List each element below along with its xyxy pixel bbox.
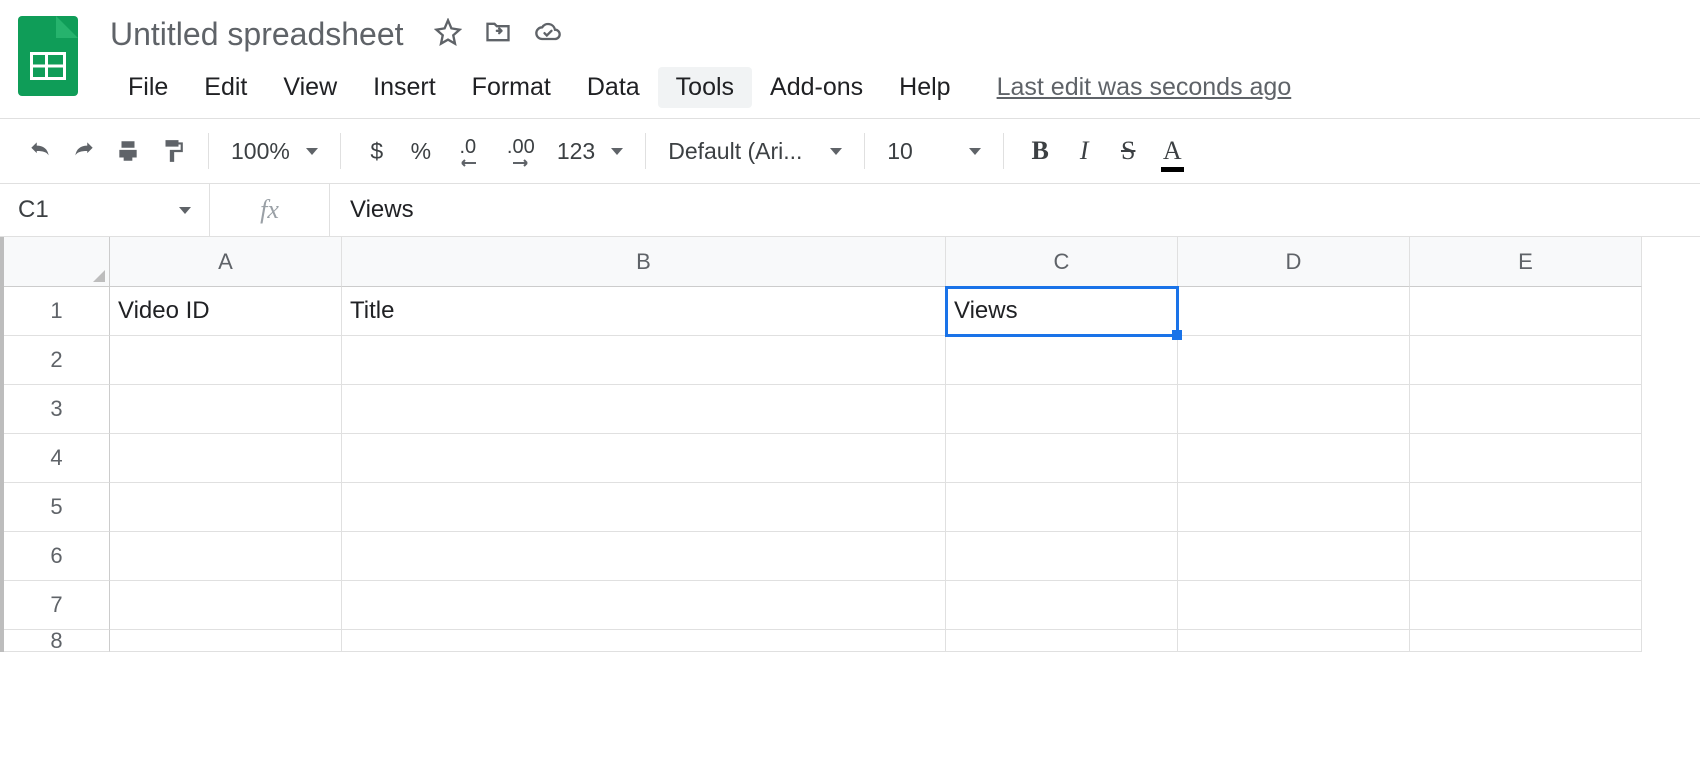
- menu-format[interactable]: Format: [454, 67, 569, 108]
- print-button[interactable]: [106, 129, 150, 173]
- cell-e2[interactable]: [1410, 336, 1642, 385]
- formula-bar[interactable]: Views: [330, 196, 1700, 224]
- cell-d5[interactable]: [1178, 483, 1410, 532]
- bold-button[interactable]: B: [1018, 129, 1062, 173]
- column-header-d[interactable]: D: [1178, 237, 1410, 287]
- cell-a6[interactable]: [110, 532, 342, 581]
- cell-a1[interactable]: Video ID: [110, 287, 342, 336]
- row-header-1[interactable]: 1: [4, 287, 110, 336]
- column-header-e[interactable]: E: [1410, 237, 1642, 287]
- number-format-dropdown[interactable]: 123: [549, 138, 631, 165]
- cell-b6[interactable]: [342, 532, 946, 581]
- text-color-button[interactable]: A: [1150, 129, 1194, 173]
- row-header-2[interactable]: 2: [4, 336, 110, 385]
- column-header-c[interactable]: C: [946, 237, 1178, 287]
- cell-d7[interactable]: [1178, 581, 1410, 630]
- menu-edit[interactable]: Edit: [186, 67, 265, 108]
- cell-c5[interactable]: [946, 483, 1178, 532]
- cell-b4[interactable]: [342, 434, 946, 483]
- cell-b2[interactable]: [342, 336, 946, 385]
- menu-data[interactable]: Data: [569, 67, 658, 108]
- cell-d1[interactable]: [1178, 287, 1410, 336]
- menu-insert[interactable]: Insert: [355, 67, 454, 108]
- cloud-status-icon[interactable]: [534, 18, 562, 51]
- redo-button[interactable]: [62, 129, 106, 173]
- cell-a3[interactable]: [110, 385, 342, 434]
- star-icon[interactable]: [434, 18, 462, 51]
- italic-button[interactable]: I: [1062, 129, 1106, 173]
- cell-b8[interactable]: [342, 630, 946, 652]
- last-edit-link[interactable]: Last edit was seconds ago: [997, 73, 1292, 102]
- cell-e7[interactable]: [1410, 581, 1642, 630]
- cell-c3[interactable]: [946, 385, 1178, 434]
- document-title[interactable]: Untitled spreadsheet: [110, 16, 404, 53]
- cell-c2[interactable]: [946, 336, 1178, 385]
- row-header-7[interactable]: 7: [4, 581, 110, 630]
- cell-d2[interactable]: [1178, 336, 1410, 385]
- cell-e8[interactable]: [1410, 630, 1642, 652]
- cell-e3[interactable]: [1410, 385, 1642, 434]
- move-folder-icon[interactable]: [484, 18, 512, 51]
- cell-c7[interactable]: [946, 581, 1178, 630]
- cell-c4[interactable]: [946, 434, 1178, 483]
- cell-e6[interactable]: [1410, 532, 1642, 581]
- cell-d8[interactable]: [1178, 630, 1410, 652]
- row-header-8[interactable]: 8: [4, 630, 110, 652]
- zoom-dropdown[interactable]: 100%: [223, 138, 326, 165]
- column-header-b[interactable]: B: [342, 237, 946, 287]
- row-header-5[interactable]: 5: [4, 483, 110, 532]
- cell-b3[interactable]: [342, 385, 946, 434]
- cell-c1[interactable]: Views: [946, 287, 1178, 336]
- paint-format-button[interactable]: [150, 129, 194, 173]
- menu-view[interactable]: View: [265, 67, 355, 108]
- cell-a5[interactable]: [110, 483, 342, 532]
- font-family-dropdown[interactable]: Default (Ari...: [660, 138, 850, 165]
- format-currency-button[interactable]: $: [355, 129, 399, 173]
- cell-d3[interactable]: [1178, 385, 1410, 434]
- cell-a8[interactable]: [110, 630, 342, 652]
- cell-e5[interactable]: [1410, 483, 1642, 532]
- chevron-down-icon: [179, 207, 191, 214]
- cell-a7[interactable]: [110, 581, 342, 630]
- cell-b7[interactable]: [342, 581, 946, 630]
- cell-a2[interactable]: [110, 336, 342, 385]
- decrease-decimal-button[interactable]: .0: [443, 129, 493, 173]
- row-header-3[interactable]: 3: [4, 385, 110, 434]
- chevron-down-icon: [611, 148, 623, 155]
- chevron-down-icon: [306, 148, 318, 155]
- select-all-corner[interactable]: [4, 237, 110, 287]
- fx-icon: fx: [210, 184, 330, 236]
- chevron-down-icon: [969, 148, 981, 155]
- menu-help[interactable]: Help: [881, 67, 968, 108]
- chevron-down-icon: [830, 148, 842, 155]
- row-header-6[interactable]: 6: [4, 532, 110, 581]
- cell-a4[interactable]: [110, 434, 342, 483]
- cell-c8[interactable]: [946, 630, 1178, 652]
- row-header-4[interactable]: 4: [4, 434, 110, 483]
- strikethrough-button[interactable]: S: [1106, 129, 1150, 173]
- cell-d4[interactable]: [1178, 434, 1410, 483]
- format-percent-button[interactable]: %: [399, 129, 443, 173]
- menu-file[interactable]: File: [110, 67, 186, 108]
- toolbar: 100% $ % .0 .00 123 Default (Ari... 10 B…: [0, 119, 1700, 183]
- name-box[interactable]: C1: [0, 184, 210, 236]
- sheets-logo[interactable]: [18, 16, 78, 96]
- cell-c6[interactable]: [946, 532, 1178, 581]
- menu-addons[interactable]: Add-ons: [752, 67, 881, 108]
- cell-b1[interactable]: Title: [342, 287, 946, 336]
- cell-b5[interactable]: [342, 483, 946, 532]
- column-header-a[interactable]: A: [110, 237, 342, 287]
- menu-bar: File Edit View Insert Format Data Tools …: [110, 67, 1682, 108]
- cell-e4[interactable]: [1410, 434, 1642, 483]
- font-size-dropdown[interactable]: 10: [879, 138, 989, 165]
- cell-d6[interactable]: [1178, 532, 1410, 581]
- undo-button[interactable]: [18, 129, 62, 173]
- cell-e1[interactable]: [1410, 287, 1642, 336]
- increase-decimal-button[interactable]: .00: [493, 129, 549, 173]
- menu-tools[interactable]: Tools: [658, 67, 752, 108]
